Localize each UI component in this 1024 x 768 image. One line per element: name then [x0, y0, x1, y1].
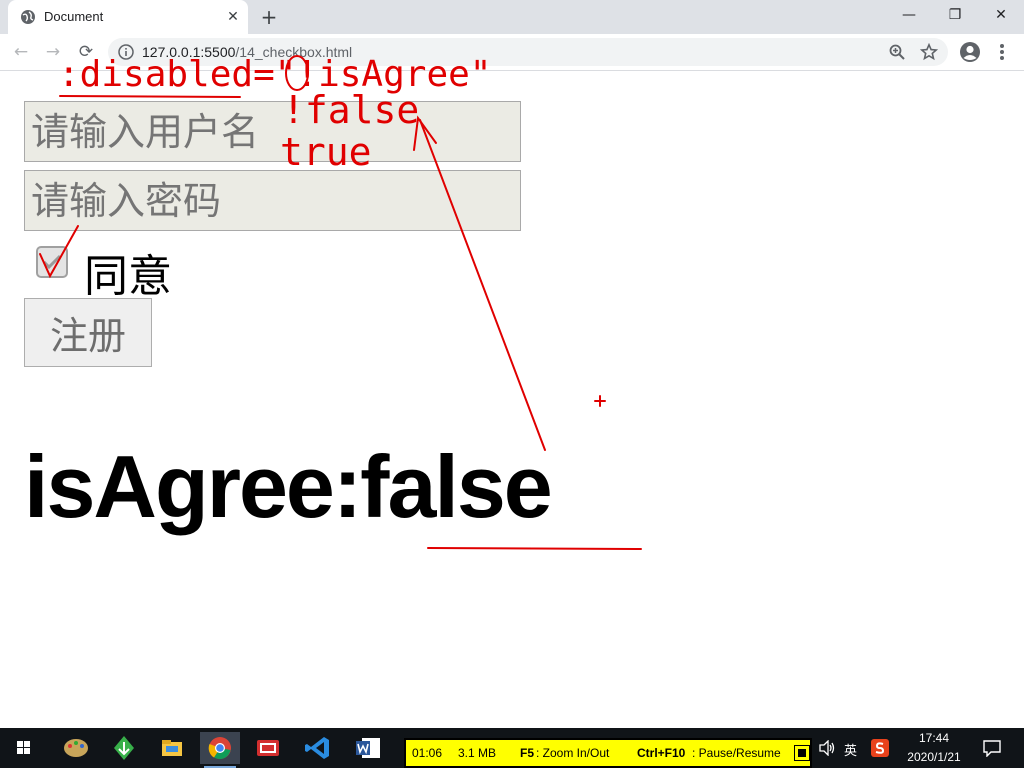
sogou-ime-icon[interactable]: [871, 739, 889, 757]
is-agree-value: false: [360, 437, 553, 536]
vscode-icon[interactable]: [298, 732, 338, 764]
globe-icon: [21, 10, 35, 24]
notification-icon[interactable]: [982, 739, 1002, 757]
recorder-status-bar: 01:06 3.1 MB F5 : Zoom In/Out Ctrl+F10 :…: [404, 738, 812, 768]
recorder-size: 3.1 MB: [458, 746, 497, 760]
pause-shortcut-label: : Pause/Resume: [692, 746, 781, 760]
stop-icon[interactable]: [794, 745, 810, 761]
file-explorer-icon[interactable]: [152, 732, 192, 764]
chrome-taskbar-button[interactable]: [200, 732, 240, 768]
close-window-button[interactable]: ✕: [978, 0, 1024, 30]
recorder-elapsed: 01:06: [412, 746, 443, 760]
restore-button[interactable]: ❐: [932, 0, 978, 30]
close-tab-icon[interactable]: ✕: [224, 8, 242, 26]
green-app-icon[interactable]: [104, 732, 144, 764]
clock-date[interactable]: 2020/1/21: [900, 750, 968, 764]
annotation-disabled-binding: :disabled="!isAgree": [58, 54, 492, 95]
zoom-shortcut-label: : Zoom In/Out: [536, 746, 610, 760]
volume-icon[interactable]: [818, 740, 836, 756]
paint-app-icon[interactable]: [56, 732, 96, 764]
zoom-shortcut-key: F5: [520, 746, 535, 760]
password-input[interactable]: [24, 170, 521, 231]
zoom-icon[interactable]: [888, 43, 906, 61]
recorder-app-icon[interactable]: [248, 732, 288, 764]
back-button[interactable]: ←: [10, 41, 32, 63]
word-icon[interactable]: [348, 732, 388, 764]
ime-indicator[interactable]: 英: [844, 740, 857, 759]
agree-label: 同意: [84, 251, 172, 302]
chrome-icon: [208, 737, 231, 760]
is-agree-key: isAgree:: [24, 437, 362, 536]
tab-title: Document: [44, 9, 104, 24]
browser-tab[interactable]: Document ✕: [8, 0, 248, 34]
agree-checkbox[interactable]: [36, 246, 72, 282]
minimize-button[interactable]: —: [886, 0, 932, 30]
browser-titlebar: Document ✕ + — ❐ ✕: [0, 0, 1024, 34]
profile-icon[interactable]: [958, 40, 982, 64]
username-input[interactable]: [24, 101, 521, 162]
bookmark-star-icon[interactable]: [920, 43, 938, 61]
annotation-not-false: !false: [282, 88, 420, 132]
windows-start-icon[interactable]: [4, 732, 44, 764]
register-button[interactable]: 注册: [24, 298, 152, 367]
more-menu-icon[interactable]: [994, 40, 1010, 64]
annotation-true: true: [280, 130, 372, 174]
agree-checkbox-box: [36, 246, 68, 278]
clock-time[interactable]: 17:44: [905, 731, 963, 745]
new-tab-button[interactable]: +: [258, 6, 280, 28]
pause-shortcut-key: Ctrl+F10: [637, 746, 686, 760]
is-agree-display: isAgree:false: [24, 436, 553, 538]
check-mark-icon: [42, 254, 62, 270]
